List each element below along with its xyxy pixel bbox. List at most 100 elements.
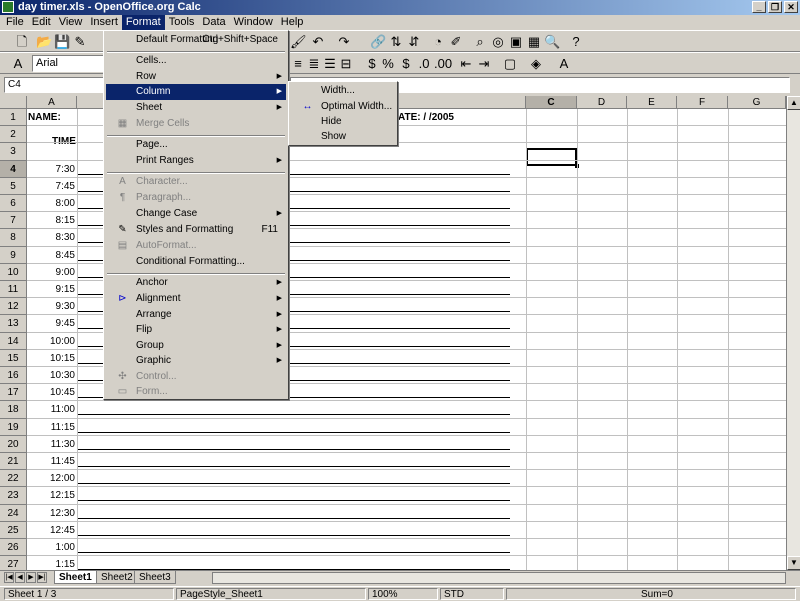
submenu-item-optimal-width[interactable]: ↔ Optimal Width... xyxy=(291,99,395,115)
status-page-style[interactable]: PageStyle_Sheet1 xyxy=(176,588,366,600)
time-cell[interactable]: 12:15 xyxy=(27,487,75,504)
prev-sheet-icon[interactable]: ◀ xyxy=(15,572,25,583)
row-header-16[interactable]: 16 xyxy=(0,367,27,385)
row-header-1[interactable]: 1 xyxy=(0,109,27,127)
new-document-icon[interactable]: 🗋 xyxy=(14,34,30,50)
column-header-d[interactable]: D xyxy=(577,96,627,109)
row-header-26[interactable]: 26 xyxy=(0,539,27,557)
delete-decimal-icon[interactable]: .00 xyxy=(434,56,452,72)
row-header-25[interactable]: 25 xyxy=(0,521,27,539)
row-header-8[interactable]: 8 xyxy=(0,229,27,247)
menu-help[interactable]: Help xyxy=(277,15,308,30)
row-header-14[interactable]: 14 xyxy=(0,332,27,350)
row-header-20[interactable]: 20 xyxy=(0,435,27,453)
menu-item-group[interactable]: Group ▶ xyxy=(106,338,286,354)
menu-edit[interactable]: Edit xyxy=(28,15,55,30)
menu-item-sheet[interactable]: Sheet ▶ xyxy=(106,100,286,116)
tab-sheet1[interactable]: Sheet1 xyxy=(54,571,97,584)
next-sheet-icon[interactable]: ▶ xyxy=(26,572,36,583)
time-cell[interactable]: 7:30 xyxy=(27,161,75,178)
tab-sheet2[interactable]: Sheet2 xyxy=(96,571,138,584)
time-cell[interactable]: 9:45 xyxy=(27,315,75,332)
menu-tools[interactable]: Tools xyxy=(165,15,199,30)
submenu-item-show[interactable]: Show xyxy=(291,129,395,145)
tab-sheet3[interactable]: Sheet3 xyxy=(134,571,176,584)
row-header-13[interactable]: 13 xyxy=(0,315,27,333)
menu-item-arrange[interactable]: Arrange ▶ xyxy=(106,307,286,323)
time-cell[interactable]: 7:45 xyxy=(27,178,75,195)
submenu-item-width[interactable]: Width... xyxy=(291,83,395,99)
menu-data[interactable]: Data xyxy=(198,15,229,30)
menu-item-styles-formatting[interactable]: ✎ Styles and Formatting F11 xyxy=(106,222,286,238)
time-cell[interactable]: 8:30 xyxy=(27,229,75,246)
row-header-7[interactable]: 7 xyxy=(0,212,27,230)
sort-descending-icon[interactable]: ⇵ xyxy=(406,34,422,50)
gallery-icon[interactable]: ▣ xyxy=(508,34,524,50)
time-cell[interactable]: 12:45 xyxy=(27,522,75,539)
menu-item-merge-cells[interactable]: ▦ Merge Cells xyxy=(106,116,286,132)
show-draw-functions-icon[interactable]: ✐ xyxy=(448,34,464,50)
font-name-box[interactable]: Arial xyxy=(32,55,104,72)
time-cell[interactable]: 8:15 xyxy=(27,212,75,229)
menu-item-flip[interactable]: Flip ▶ xyxy=(106,322,286,338)
time-cell[interactable]: 9:00 xyxy=(27,264,75,281)
menu-item-character[interactable]: A Character... xyxy=(106,174,286,190)
find-replace-icon[interactable]: ⌕ xyxy=(472,34,488,50)
time-cell[interactable]: 10:15 xyxy=(27,350,75,367)
scroll-up-icon[interactable]: ▲ xyxy=(787,96,800,110)
menu-window[interactable]: Window xyxy=(230,15,277,30)
time-cell[interactable]: 11:45 xyxy=(27,453,75,470)
submenu-item-hide[interactable]: Hide xyxy=(291,114,395,130)
open-icon[interactable]: 📂 xyxy=(36,34,52,50)
align-center-icon[interactable]: ☰ xyxy=(322,56,338,72)
time-cell[interactable]: 10:45 xyxy=(27,384,75,401)
add-decimal-icon[interactable]: .0 xyxy=(416,56,432,72)
time-cell[interactable]: 10:00 xyxy=(27,333,75,350)
menu-format[interactable]: Format xyxy=(121,15,165,30)
row-header-21[interactable]: 21 xyxy=(0,453,27,471)
navigator-icon[interactable]: ◎ xyxy=(490,34,506,50)
time-cell[interactable]: 9:30 xyxy=(27,298,75,315)
time-cell[interactable]: 10:30 xyxy=(27,367,75,384)
chart-icon[interactable]: ◔ xyxy=(430,34,446,50)
menu-item-form[interactable]: ▭ Form... xyxy=(106,384,286,400)
menu-item-page[interactable]: Page... xyxy=(106,137,286,153)
help-icon[interactable]: ? xyxy=(568,34,584,50)
row-header-22[interactable]: 22 xyxy=(0,470,27,488)
scroll-down-icon[interactable]: ▼ xyxy=(787,556,800,570)
menu-item-alignment[interactable]: ⊳ Alignment ▶ xyxy=(106,291,286,307)
merge-center-icon[interactable]: ⊟ xyxy=(338,56,354,72)
menu-item-anchor[interactable]: Anchor ▶ xyxy=(106,275,286,291)
row-header-27[interactable]: 27 xyxy=(0,556,27,570)
time-cell[interactable]: 11:15 xyxy=(27,419,75,436)
row-header-2[interactable]: 2 xyxy=(0,126,27,144)
row-header-4[interactable]: 4 xyxy=(0,160,27,178)
column-header-g[interactable]: G xyxy=(728,96,786,109)
row-header-3[interactable]: 3 xyxy=(0,143,27,161)
percent-format-icon[interactable]: % xyxy=(380,56,396,72)
menu-item-conditional-formatting[interactable]: Conditional Formatting... xyxy=(106,254,286,270)
font-color-icon[interactable]: A xyxy=(556,56,572,72)
status-zoom[interactable]: 100% xyxy=(368,588,438,600)
time-cell[interactable]: 9:15 xyxy=(27,281,75,298)
format-paintbrush-icon[interactable]: 🖌 xyxy=(290,34,307,50)
last-sheet-icon[interactable]: ▶| xyxy=(37,572,47,583)
menu-item-change-case[interactable]: Change Case ▶ xyxy=(106,206,286,222)
time-cell[interactable]: 8:00 xyxy=(27,195,75,212)
first-sheet-icon[interactable]: |◀ xyxy=(4,572,14,583)
menu-item-control[interactable]: ✣ Control... xyxy=(106,369,286,385)
row-header-18[interactable]: 18 xyxy=(0,401,27,419)
corner-select-all[interactable] xyxy=(0,96,27,109)
row-header-12[interactable]: 12 xyxy=(0,298,27,316)
row-header-9[interactable]: 9 xyxy=(0,246,27,264)
column-header-f[interactable]: F xyxy=(677,96,728,109)
column-header-a[interactable]: A xyxy=(27,96,77,109)
time-cell[interactable]: 8:45 xyxy=(27,247,75,264)
row-header-19[interactable]: 19 xyxy=(0,418,27,436)
menu-item-column[interactable]: Column ▶ xyxy=(106,84,286,100)
edit-file-icon[interactable]: ✎ xyxy=(72,34,88,50)
borders-icon[interactable]: ▢ xyxy=(502,56,518,72)
close-button[interactable]: ✕ xyxy=(784,1,798,13)
background-color-icon[interactable]: ◈ xyxy=(528,56,544,72)
status-mode[interactable]: STD xyxy=(440,588,504,600)
